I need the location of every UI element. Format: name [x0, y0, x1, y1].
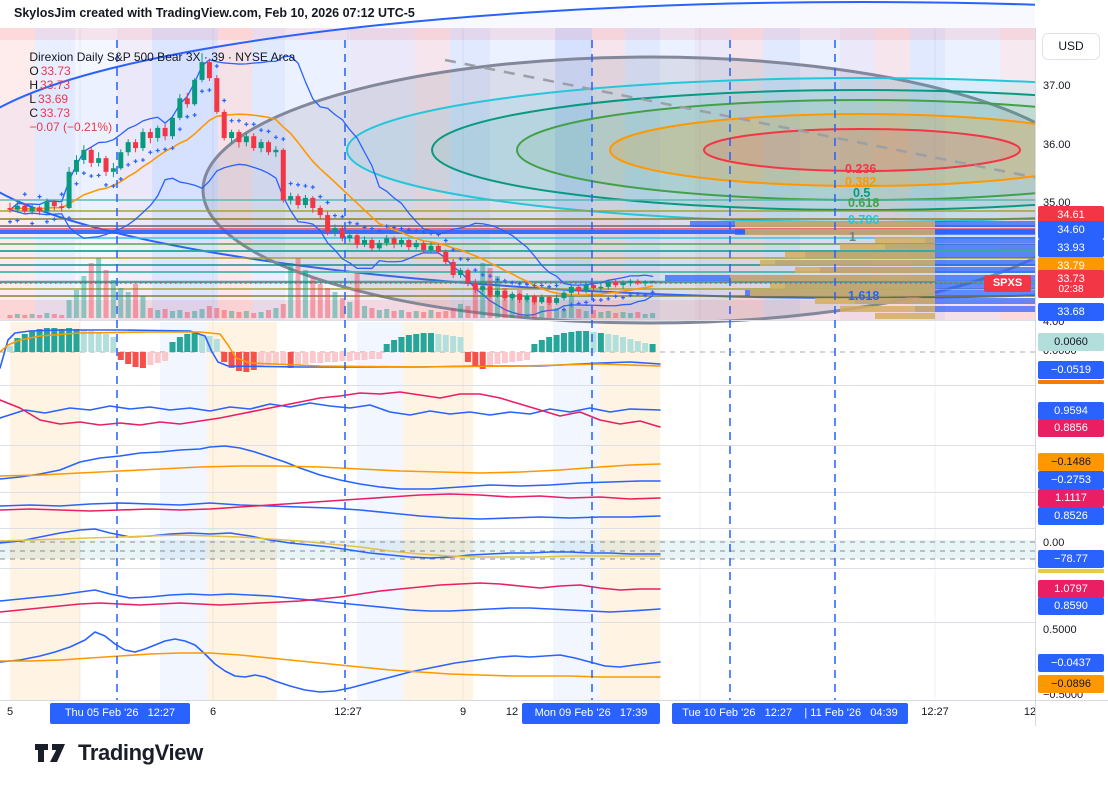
price-label: −0.0896: [1038, 675, 1104, 693]
ohlc-high-value: 33.73: [40, 78, 71, 92]
price-label: 34.60: [1038, 221, 1104, 239]
price-label: 0.8526: [1038, 507, 1104, 525]
brand-text: TradingView: [78, 740, 203, 765]
time-tick: 5: [6, 706, 14, 718]
ohlc-high-label: H: [29, 78, 39, 92]
ohlc-close-value: 33.73: [40, 106, 71, 120]
price-label: −0.1486: [1038, 453, 1104, 471]
svg-text:1: 1: [849, 230, 856, 244]
currency-button[interactable]: USD: [1042, 33, 1100, 60]
ohlc-low-value: 33.69: [38, 92, 69, 106]
price-label: 33.93: [1038, 239, 1104, 257]
price-label: 1.1117: [1038, 489, 1104, 507]
attribution-text: SkylosJim created with TradingView.com, …: [14, 6, 415, 20]
footer: TradingView: [0, 726, 1108, 786]
change-value: −0.07 (−0.21%): [29, 120, 113, 134]
time-tick: 6: [209, 706, 217, 718]
price-label: 1.0797: [1038, 580, 1104, 598]
symbol-price-tag: SPXS: [984, 275, 1031, 292]
price-label: −0.0437: [1038, 654, 1104, 672]
symbol-bar[interactable]: Direxion Daily S&P 500 Bear 3X · 39 · NY…: [16, 36, 297, 148]
tradingview-chart-window: SkylosJim created with TradingView.com, …: [0, 0, 1108, 786]
axis-corner: [1035, 700, 1108, 727]
ohlc-open-label: O: [29, 64, 39, 78]
time-marker-label: Thu 05 Feb '26 12:27: [50, 703, 190, 724]
time-tick: 12:27: [334, 706, 362, 718]
ohlc-low-label: L: [29, 92, 37, 106]
price-label: 0.8590: [1038, 597, 1104, 615]
ohlc-open-value: 33.73: [40, 64, 71, 78]
price-axis[interactable]: USD 37.00 36.00 35.00 4.00 0.0000 0.00 0.5000−…: [1035, 28, 1108, 701]
time-tick: 12: [505, 706, 519, 718]
price-tick: 0.5000: [1043, 624, 1077, 636]
time-tick: 9: [459, 706, 467, 718]
svg-text:1.618: 1.618: [848, 289, 879, 303]
time-marker-label: Mon 09 Feb '26 17:39: [522, 703, 660, 724]
price-label: −78.77: [1038, 550, 1104, 568]
time-axis[interactable]: 5 6 12:27 9 12 12:27 12 Thu 05 Feb '26 12:27 Mon…: [0, 700, 1036, 727]
svg-text:0.236: 0.236: [845, 162, 876, 176]
svg-text:0.618: 0.618: [848, 196, 879, 210]
symbol-title[interactable]: Direxion Daily S&P 500 Bear 3X · 39 · NY…: [29, 50, 295, 64]
price-label: −0.2753: [1038, 471, 1104, 489]
price-label-edge: [1038, 380, 1104, 384]
ohlc-close-label: C: [29, 106, 39, 120]
price-tick: 0.00: [1043, 537, 1065, 549]
time-tick: 12:27: [921, 706, 949, 718]
price-label-edge: [1038, 569, 1104, 573]
price-label: −0.0519: [1038, 361, 1104, 379]
price-tick: 36.00: [1043, 139, 1071, 151]
price-label: 33.73 02:38: [1038, 270, 1104, 298]
price-label: 33.68: [1038, 303, 1104, 321]
tradingview-logo-icon: [35, 744, 65, 762]
price-label: 0.8856: [1038, 419, 1104, 437]
svg-text:0.786: 0.786: [848, 213, 879, 227]
price-label: 0.0060: [1038, 333, 1104, 351]
price-tick: 37.00: [1043, 80, 1071, 92]
time-marker-label: Tue 10 Feb '26 12:27 | 11 Feb '26 04:39: [672, 703, 908, 724]
price-label: 0.9594: [1038, 402, 1104, 420]
